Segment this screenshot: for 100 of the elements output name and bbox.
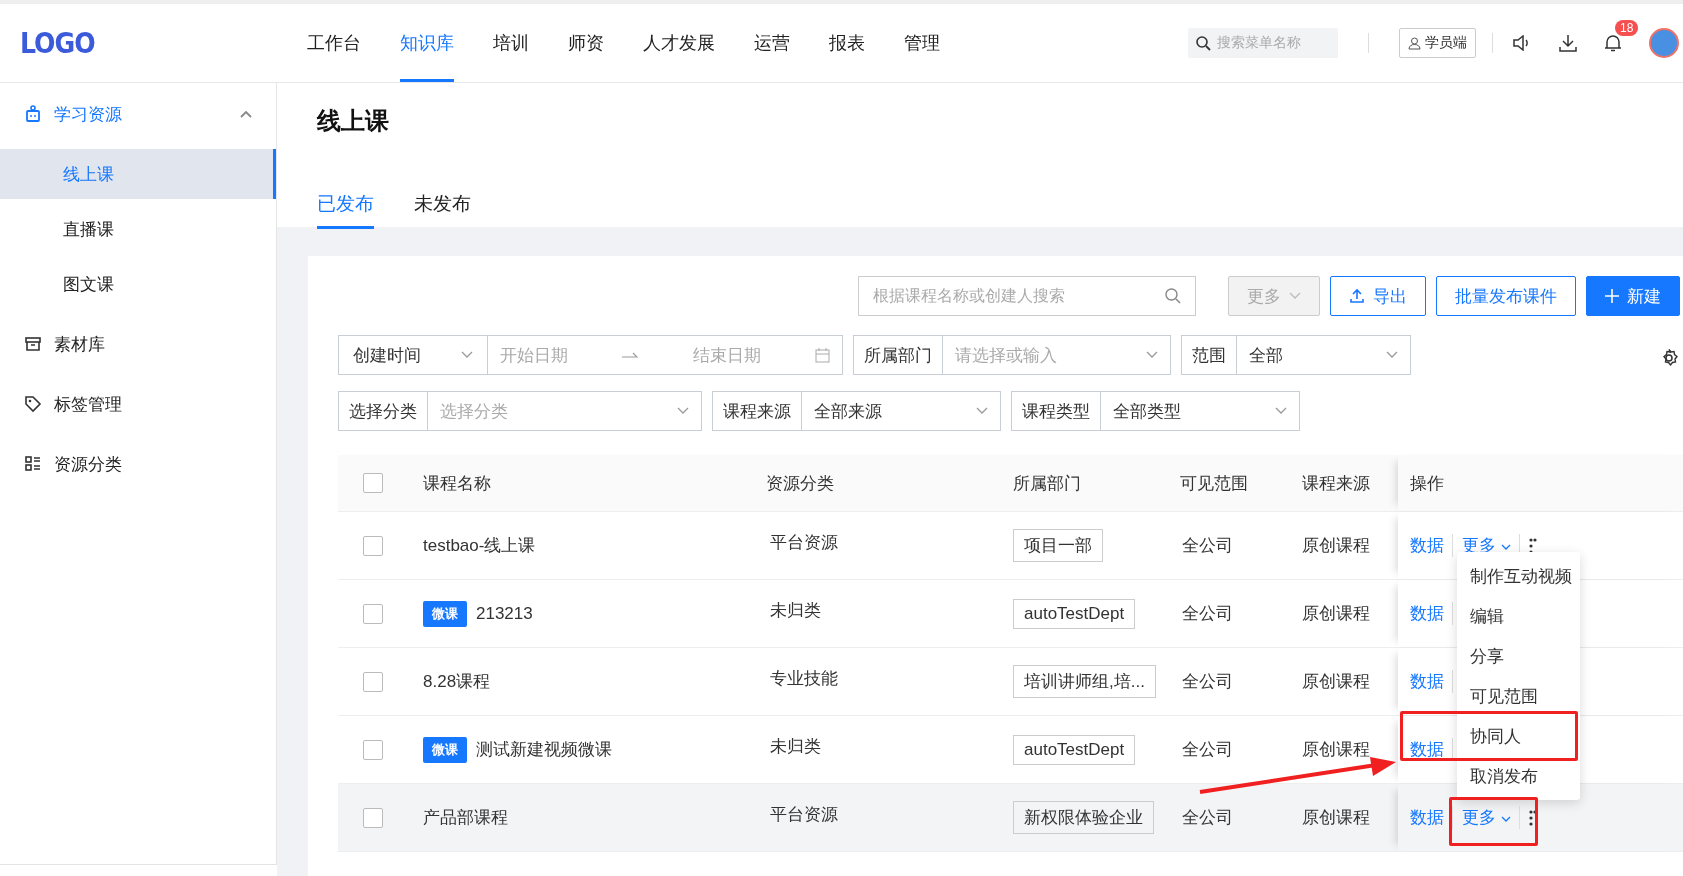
table-cell-text: 全公司 bbox=[1182, 535, 1233, 557]
checkbox[interactable] bbox=[363, 807, 383, 828]
course-name: 产品部课程 bbox=[423, 807, 508, 829]
tab[interactable]: 已发布 bbox=[317, 191, 374, 229]
table-cell-text: 原创课程 bbox=[1302, 739, 1370, 761]
table-cell-text: 未归类 bbox=[770, 600, 821, 622]
filter-label: 选择分类 bbox=[349, 400, 417, 423]
nav-tab[interactable]: 报表 bbox=[829, 4, 865, 82]
sidebar-item[interactable]: 直播课 bbox=[0, 204, 276, 254]
filter-label: 范围 bbox=[1192, 344, 1226, 367]
chevron-down-icon bbox=[1500, 816, 1511, 823]
download-icon[interactable] bbox=[1559, 34, 1577, 52]
table-cell-text: 全公司 bbox=[1182, 807, 1233, 829]
table-cell-text: 原创课程 bbox=[1302, 535, 1370, 557]
data-link[interactable]: 数据 bbox=[1410, 602, 1453, 625]
nav-tab[interactable]: 人才发展 bbox=[643, 4, 715, 82]
column-header: 资源分类 bbox=[766, 472, 834, 495]
department-tag: autoTestDept bbox=[1013, 598, 1136, 629]
column-header: 操作 bbox=[1410, 472, 1444, 495]
select-value: 全部类型 bbox=[1113, 400, 1181, 423]
micro-course-tag: 微课 bbox=[423, 600, 467, 627]
course-name: 测试新建视频微课 bbox=[476, 739, 612, 761]
batch-publish-button[interactable]: 批量发布课件 bbox=[1436, 276, 1576, 316]
select-value: 全部来源 bbox=[814, 400, 882, 423]
select-value: 请选择或输入 bbox=[955, 344, 1057, 367]
sidebar-group[interactable]: 学习资源 bbox=[0, 84, 276, 144]
select-value: 全部 bbox=[1249, 344, 1283, 367]
archive-icon bbox=[24, 335, 42, 353]
data-link[interactable]: 数据 bbox=[1410, 806, 1453, 829]
tab[interactable]: 未发布 bbox=[414, 191, 471, 229]
column-header: 可见范围 bbox=[1180, 472, 1248, 495]
select-filter[interactable]: 课程类型 全部类型 bbox=[1011, 391, 1300, 431]
department-tag: 培训讲师组,培... bbox=[1013, 665, 1156, 698]
sidebar-item[interactable]: 图文课 bbox=[0, 259, 276, 309]
chevron-down-icon bbox=[1386, 351, 1398, 359]
tag-icon bbox=[24, 395, 42, 413]
department-tag: autoTestDept bbox=[1013, 734, 1136, 765]
data-link[interactable]: 数据 bbox=[1410, 738, 1453, 761]
bell-icon[interactable] bbox=[1605, 34, 1621, 52]
avatar[interactable] bbox=[1649, 28, 1679, 58]
select-filter[interactable]: 范围 全部 bbox=[1181, 335, 1411, 375]
checkbox[interactable] bbox=[363, 671, 383, 692]
notification-badge: 18 bbox=[1615, 20, 1639, 36]
column-header: 所属部门 bbox=[1013, 472, 1081, 495]
more-link[interactable]: 更多 bbox=[1462, 806, 1520, 829]
menu-item[interactable]: 取消发布 bbox=[1470, 764, 1538, 788]
course-name: testbao-线上课 bbox=[423, 535, 536, 557]
select-filter[interactable]: 所属部门 请选择或输入 bbox=[853, 335, 1171, 375]
chevron-down-icon bbox=[1500, 544, 1511, 551]
table-cell-text: 原创课程 bbox=[1302, 671, 1370, 693]
data-link[interactable]: 数据 bbox=[1410, 670, 1453, 693]
nav-tab[interactable]: 工作台 bbox=[307, 4, 361, 82]
nav-tab[interactable]: 师资 bbox=[568, 4, 604, 82]
filter-label: 所属部门 bbox=[864, 344, 932, 367]
table-cell-text: 平台资源 bbox=[770, 532, 838, 554]
user-icon bbox=[1408, 36, 1421, 50]
menu-item[interactable]: 制作互动视频 bbox=[1470, 564, 1572, 588]
export-button[interactable]: 导出 bbox=[1330, 276, 1426, 316]
plus-icon bbox=[1605, 289, 1619, 303]
table-cell-text: 专业技能 bbox=[770, 668, 838, 690]
upload-icon bbox=[1349, 288, 1365, 304]
menu-item[interactable]: 分享 bbox=[1470, 644, 1504, 668]
select-filter[interactable]: 选择分类 选择分类 bbox=[338, 391, 702, 431]
sidebar-item[interactable]: 标签管理 bbox=[0, 374, 276, 434]
menu-item[interactable]: 编辑 bbox=[1470, 604, 1504, 628]
new-button[interactable]: 新建 bbox=[1586, 276, 1680, 316]
checkbox[interactable] bbox=[363, 739, 383, 760]
course-name: 213213 bbox=[476, 603, 533, 624]
course-name: 8.28课程 bbox=[423, 671, 491, 693]
checkbox[interactable] bbox=[363, 535, 383, 556]
robot-icon bbox=[24, 105, 42, 123]
search-icon bbox=[1196, 35, 1211, 51]
student-portal-button[interactable]: 学员端 bbox=[1399, 28, 1476, 58]
table-cell-text: 原创课程 bbox=[1302, 603, 1370, 625]
data-link[interactable]: 数据 bbox=[1410, 534, 1453, 557]
checkbox[interactable] bbox=[363, 603, 383, 624]
filter-label: 课程来源 bbox=[723, 400, 791, 423]
table-cell-text: 全公司 bbox=[1182, 603, 1233, 625]
page-title: 线上课 bbox=[317, 106, 390, 136]
logo[interactable]: LOGO bbox=[20, 26, 307, 60]
nav-tab[interactable]: 运营 bbox=[754, 4, 790, 82]
micro-course-tag: 微课 bbox=[423, 736, 467, 763]
speaker-icon[interactable] bbox=[1513, 35, 1531, 51]
table-cell-text: 全公司 bbox=[1182, 739, 1233, 761]
chevron-down-icon bbox=[1289, 292, 1301, 300]
table-cell-text: 未归类 bbox=[770, 736, 821, 758]
filter-label: 课程类型 bbox=[1022, 400, 1090, 423]
menu-item[interactable]: 协同人 bbox=[1470, 724, 1521, 748]
checkbox[interactable] bbox=[363, 473, 383, 493]
table-cell-text: 全公司 bbox=[1182, 671, 1233, 693]
sidebar-item[interactable]: 资源分类 bbox=[0, 434, 276, 494]
list-icon bbox=[24, 455, 42, 473]
select-filter[interactable]: 课程来源 全部来源 bbox=[712, 391, 1001, 431]
column-header: 课程来源 bbox=[1302, 472, 1370, 495]
nav-tab[interactable]: 培训 bbox=[493, 4, 529, 82]
chevron-down-icon bbox=[677, 407, 689, 415]
department-tag: 新权限体验企业 bbox=[1013, 801, 1154, 834]
sidebar-item[interactable]: 素材库 bbox=[0, 314, 276, 374]
menu-item[interactable]: 可见范围 bbox=[1470, 684, 1538, 708]
nav-tab[interactable]: 管理 bbox=[904, 4, 940, 82]
